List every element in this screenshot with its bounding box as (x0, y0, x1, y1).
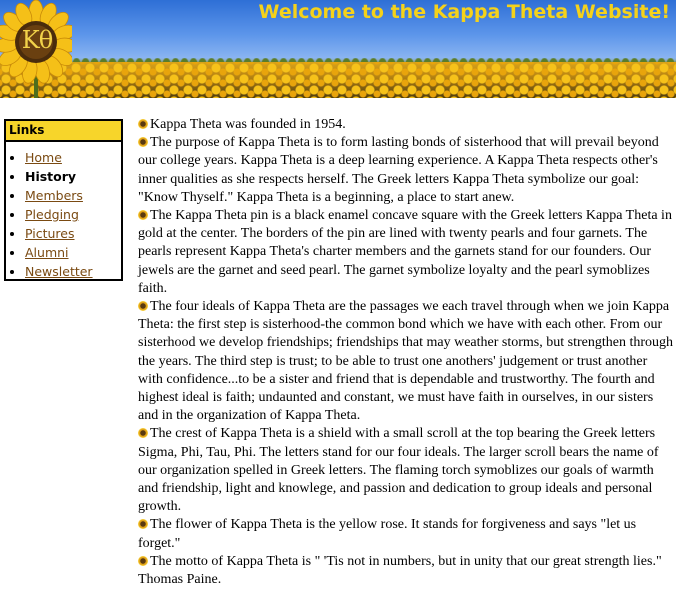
nav-link-pledging[interactable]: Pledging (25, 207, 79, 222)
history-paragraph: The purpose of Kappa Theta is to form la… (138, 134, 673, 207)
history-content: Kappa Theta was founded in 1954. The pur… (138, 116, 673, 589)
sunflower-bullet-icon (138, 555, 148, 566)
nav-item-pledging: Pledging (6, 205, 121, 224)
nav-item-history: History (6, 167, 121, 186)
nav-item-members: Members (6, 186, 121, 205)
paragraph-text: The Kappa Theta pin is a black enamel co… (138, 208, 672, 296)
nav-link-pictures[interactable]: Pictures (25, 226, 75, 241)
logo-greek-letters: Κθ (21, 26, 53, 54)
history-paragraph: The four ideals of Kappa Theta are the p… (138, 298, 673, 425)
nav-link-newsletter[interactable]: Newsletter (25, 264, 93, 279)
sunflower-bullet-icon (138, 301, 148, 312)
nav-item-newsletter: Newsletter (6, 262, 121, 281)
links-sidebar: Links Home History Members Pledging Pict… (4, 119, 123, 281)
paragraph-text: Kappa Theta was founded in 1954. (150, 117, 346, 132)
history-paragraph: Kappa Theta was founded in 1954. (138, 116, 673, 134)
sunflower-bullet-icon (138, 119, 148, 129)
paragraph-text: The crest of Kappa Theta is a shield wit… (138, 426, 659, 515)
sunflower-bullet-icon (138, 428, 148, 439)
history-paragraph: The flower of Kappa Theta is the yellow … (138, 516, 673, 552)
paragraph-text: The four ideals of Kappa Theta are the p… (138, 299, 674, 424)
sunflower-bullet-icon (138, 519, 148, 530)
nav-item-home: Home (6, 148, 121, 167)
header-banner: Κθ Welcome to the Kappa Theta Website! (0, 0, 676, 98)
nav-current-history: History (25, 169, 77, 184)
nav-link-alumni[interactable]: Alumni (25, 245, 69, 260)
sunflower-field-image (0, 62, 676, 98)
links-heading: Links (6, 121, 121, 142)
history-paragraph: The crest of Kappa Theta is a shield wit… (138, 425, 673, 516)
paragraph-text: The flower of Kappa Theta is the yellow … (138, 517, 637, 551)
history-paragraph: The Kappa Theta pin is a black enamel co… (138, 207, 673, 298)
nav-link-members[interactable]: Members (25, 188, 83, 203)
paragraph-text: The purpose of Kappa Theta is to form la… (138, 135, 659, 205)
sunflower-bullet-icon (138, 210, 148, 221)
history-paragraph: The motto of Kappa Theta is " 'Tis not i… (138, 553, 673, 589)
nav-item-alumni: Alumni (6, 243, 121, 262)
sunflower-bullet-icon (138, 137, 148, 148)
links-list: Home History Members Pledging Pictures A… (6, 142, 121, 281)
paragraph-text: The motto of Kappa Theta is " 'Tis not i… (138, 553, 662, 588)
page-title: Welcome to the Kappa Theta Website! (258, 1, 670, 23)
nav-item-pictures: Pictures (6, 224, 121, 243)
nav-link-home[interactable]: Home (25, 150, 62, 165)
